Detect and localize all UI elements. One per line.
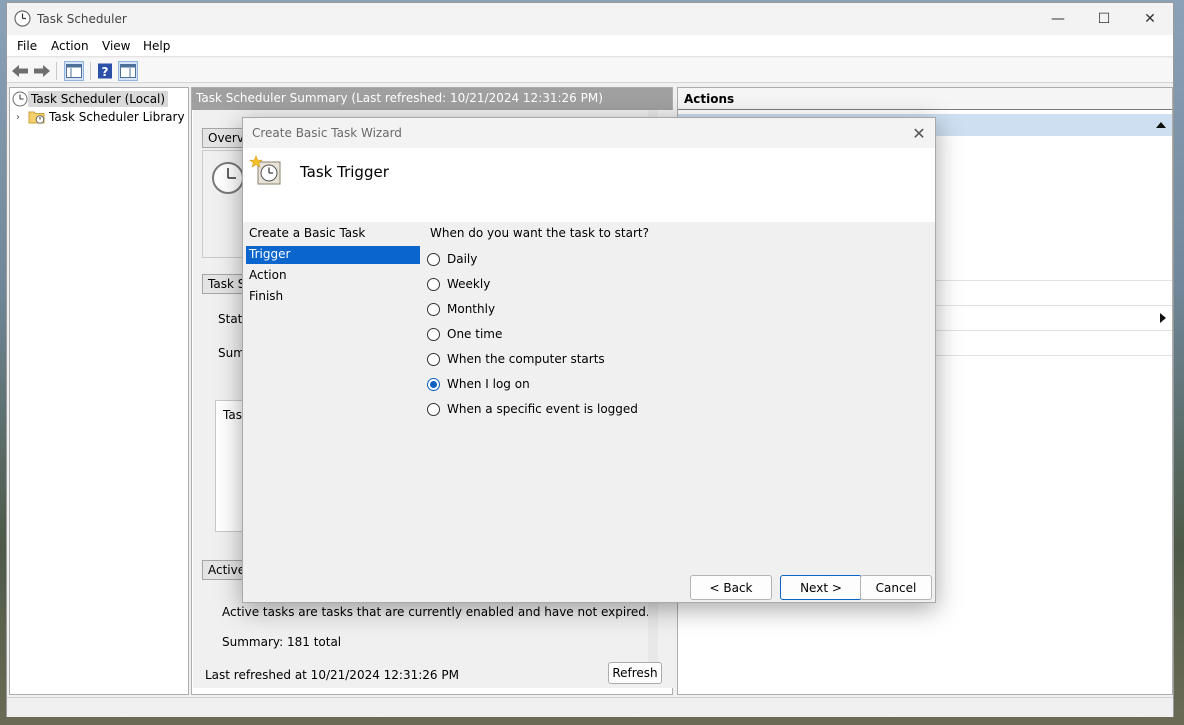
radio-button[interactable] xyxy=(427,252,440,266)
back-button[interactable]: < Back xyxy=(690,575,772,600)
toolbar-separator xyxy=(56,62,57,80)
radio-monthly[interactable]: Monthly xyxy=(427,300,495,318)
submenu-arrow-icon[interactable] xyxy=(1160,313,1166,323)
radio-label: Weekly xyxy=(447,277,491,291)
tree-item-label: Task Scheduler Library xyxy=(49,110,185,124)
dialog-heading: Task Trigger xyxy=(300,163,389,181)
console-tree: Task Scheduler (Local) › Task Scheduler … xyxy=(9,87,189,695)
radio-label: When I log on xyxy=(447,377,530,391)
menu-view[interactable]: View xyxy=(102,39,130,53)
active-tasks-summary: Summary: 181 total xyxy=(222,635,342,649)
radio-daily[interactable]: Daily xyxy=(427,250,477,268)
actions-header: Actions xyxy=(678,88,1172,110)
radio-label: One time xyxy=(447,327,503,341)
clock-icon xyxy=(12,91,28,107)
show-hide-action-pane-icon[interactable] xyxy=(118,61,138,81)
next-button[interactable]: Next > xyxy=(780,575,862,600)
title-bar: Task Scheduler — ☐ ✕ xyxy=(7,3,1173,35)
show-hide-console-tree-icon[interactable] xyxy=(64,61,84,81)
clock-icon xyxy=(14,10,31,27)
radio-button[interactable] xyxy=(427,327,440,341)
menu-action[interactable]: Action xyxy=(51,39,89,53)
radio-button[interactable] xyxy=(427,352,440,366)
summary-header: Task Scheduler Summary (Last refreshed: … xyxy=(192,88,672,110)
dialog-header: Task Trigger xyxy=(243,148,935,222)
active-tasks-description: Active tasks are tasks that are currentl… xyxy=(222,605,650,619)
step-action[interactable]: Action xyxy=(246,267,420,285)
radio-weekly[interactable]: Weekly xyxy=(427,275,490,293)
tree-item-task-scheduler-library[interactable]: › Task Scheduler Library xyxy=(16,108,188,126)
collapse-up-icon[interactable] xyxy=(1156,121,1166,129)
svg-text:?: ? xyxy=(102,65,109,79)
radio-button-selected[interactable] xyxy=(427,377,440,391)
summary-label: Sum xyxy=(218,346,245,360)
window-title: Task Scheduler xyxy=(37,12,127,26)
dialog-close-button[interactable]: ✕ xyxy=(903,118,935,148)
step-trigger[interactable]: Trigger xyxy=(246,246,420,264)
radio-button[interactable] xyxy=(427,302,440,316)
menu-help[interactable]: Help xyxy=(143,39,170,53)
refresh-button[interactable]: Refresh xyxy=(608,662,662,684)
last-refreshed-text: Last refreshed at 10/21/2024 12:31:26 PM xyxy=(205,668,459,682)
back-arrow-icon[interactable] xyxy=(10,61,30,81)
forward-arrow-icon[interactable] xyxy=(32,61,52,81)
radio-specific-event[interactable]: When a specific event is logged xyxy=(427,400,638,418)
radio-button[interactable] xyxy=(427,402,440,416)
folder-clock-icon xyxy=(28,111,45,124)
radio-label: When the computer starts xyxy=(447,352,605,366)
dialog-title: Create Basic Task Wizard xyxy=(252,126,402,140)
radio-label: When a specific event is logged xyxy=(447,402,638,416)
radio-label: Daily xyxy=(447,252,478,266)
radio-computer-starts[interactable]: When the computer starts xyxy=(427,350,605,368)
cancel-button[interactable]: Cancel xyxy=(860,575,932,600)
wizard-steps: Create a Basic Task Trigger Action Finis… xyxy=(243,222,423,322)
minimize-button[interactable]: — xyxy=(1035,3,1081,35)
maximize-button[interactable]: ☐ xyxy=(1081,3,1127,35)
trigger-question: When do you want the task to start? xyxy=(430,226,649,240)
help-icon[interactable]: ? xyxy=(95,61,115,81)
tree-item-task-scheduler-local[interactable]: Task Scheduler (Local) xyxy=(12,90,169,108)
menu-bar: File Action View Help xyxy=(7,35,1173,57)
close-button[interactable]: ✕ xyxy=(1127,3,1173,35)
new-task-clock-icon xyxy=(249,155,281,185)
tree-item-label: Task Scheduler (Local) xyxy=(28,91,169,107)
status-bar xyxy=(7,697,1173,717)
radio-one-time[interactable]: One time xyxy=(427,325,502,343)
toolbar: ? xyxy=(7,58,1173,83)
dialog-title-bar: Create Basic Task Wizard ✕ xyxy=(243,118,935,148)
create-basic-task-wizard: Create Basic Task Wizard ✕ Task Trigger … xyxy=(242,117,936,603)
clock-icon xyxy=(212,162,244,194)
menu-file[interactable]: File xyxy=(17,39,37,53)
step-create-basic-task[interactable]: Create a Basic Task xyxy=(246,225,420,243)
radio-label: Monthly xyxy=(447,302,496,316)
radio-log-on[interactable]: When I log on xyxy=(427,375,530,393)
radio-button[interactable] xyxy=(427,277,440,291)
toolbar-separator xyxy=(90,62,91,80)
chevron-right-icon[interactable]: › xyxy=(16,112,28,123)
step-finish[interactable]: Finish xyxy=(246,288,420,306)
